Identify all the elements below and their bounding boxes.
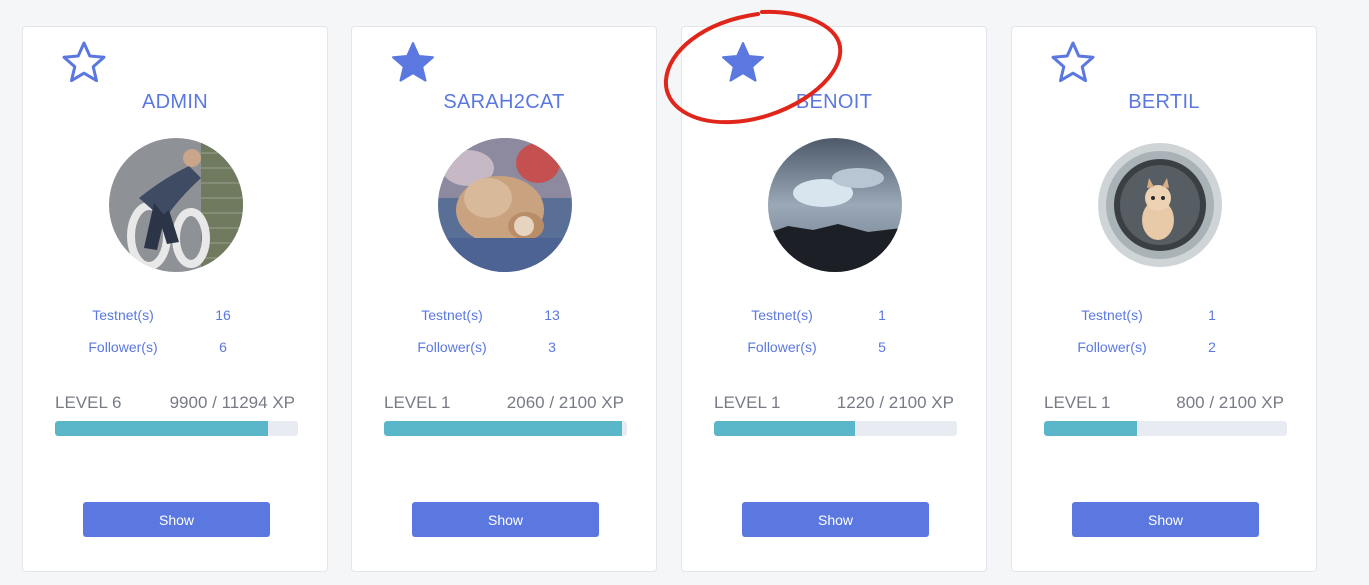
favorite-star-icon[interactable] bbox=[719, 39, 767, 87]
user-stats: Testnet(s) 16 Follower(s) 6 bbox=[63, 299, 263, 363]
followers-count: 6 bbox=[219, 339, 227, 355]
user-card: BERTIL Testnet(s) 1 Follower(s) 2 LEVEL … bbox=[1011, 26, 1317, 572]
user-card: ADMIN Testnet(s) 16 Follower(s) 6 LEVEL … bbox=[22, 26, 328, 572]
favorite-star-icon[interactable] bbox=[1049, 39, 1097, 87]
xp-progress-fill bbox=[384, 421, 623, 436]
testnets-count: 1 bbox=[878, 307, 886, 323]
testnets-row: Testnet(s) 1 bbox=[722, 299, 922, 331]
avatar bbox=[768, 138, 902, 272]
followers-row: Follower(s) 5 bbox=[722, 331, 922, 363]
level-row: LEVEL 1 1220 / 2100 XP bbox=[714, 393, 954, 413]
avatar bbox=[1098, 138, 1232, 272]
user-stats: Testnet(s) 13 Follower(s) 3 bbox=[392, 299, 592, 363]
followers-count: 3 bbox=[548, 339, 556, 355]
show-button[interactable]: Show bbox=[83, 502, 270, 537]
xp-label: 800 / 2100 XP bbox=[1176, 393, 1284, 412]
xp-progress-bar bbox=[714, 421, 957, 436]
username: ADMIN bbox=[142, 91, 208, 113]
followers-count: 2 bbox=[1208, 339, 1216, 355]
level-row: LEVEL 6 9900 / 11294 XP bbox=[55, 393, 295, 413]
user-stats: Testnet(s) 1 Follower(s) 2 bbox=[1052, 299, 1252, 363]
testnets-row: Testnet(s) 13 bbox=[392, 299, 592, 331]
testnets-label[interactable]: Testnet(s) bbox=[722, 307, 842, 323]
followers-row: Follower(s) 3 bbox=[392, 331, 592, 363]
xp-label: 9900 / 11294 XP bbox=[169, 393, 295, 412]
testnets-row: Testnet(s) 1 bbox=[1052, 299, 1252, 331]
level-label: LEVEL 6 bbox=[55, 393, 122, 412]
user-card-grid: ADMIN Testnet(s) 16 Follower(s) 6 LEVEL … bbox=[0, 0, 1369, 585]
username: BERTIL bbox=[1128, 91, 1200, 113]
show-button[interactable]: Show bbox=[1072, 502, 1259, 537]
followers-label[interactable]: Follower(s) bbox=[1052, 339, 1172, 355]
xp-progress-bar bbox=[1044, 421, 1287, 436]
followers-count: 5 bbox=[878, 339, 886, 355]
followers-row: Follower(s) 6 bbox=[63, 331, 263, 363]
followers-label[interactable]: Follower(s) bbox=[722, 339, 842, 355]
user-card: SARAH2CAT Testnet(s) 13 Follower(s) 3 LE… bbox=[351, 26, 657, 572]
xp-progress-fill bbox=[55, 421, 269, 436]
level-label: LEVEL 1 bbox=[714, 393, 781, 412]
username: BENOIT bbox=[795, 91, 873, 113]
user-stats: Testnet(s) 1 Follower(s) 5 bbox=[722, 299, 922, 363]
testnets-row: Testnet(s) 16 bbox=[63, 299, 263, 331]
followers-row: Follower(s) 2 bbox=[1052, 331, 1252, 363]
level-row: LEVEL 1 800 / 2100 XP bbox=[1044, 393, 1284, 413]
xp-progress-bar bbox=[384, 421, 627, 436]
avatar bbox=[109, 138, 243, 272]
testnets-label[interactable]: Testnet(s) bbox=[1052, 307, 1172, 323]
xp-label: 2060 / 2100 XP bbox=[506, 393, 624, 412]
testnets-count: 16 bbox=[215, 307, 231, 323]
level-label: LEVEL 1 bbox=[384, 393, 451, 412]
xp-progress-fill bbox=[714, 421, 856, 436]
avatar bbox=[438, 138, 572, 272]
favorite-star-icon[interactable] bbox=[389, 39, 437, 87]
show-button[interactable]: Show bbox=[742, 502, 929, 537]
testnets-count: 13 bbox=[544, 307, 560, 323]
level-row: LEVEL 1 2060 / 2100 XP bbox=[384, 393, 624, 413]
username: SARAH2CAT bbox=[443, 91, 565, 113]
show-button[interactable]: Show bbox=[412, 502, 599, 537]
followers-label[interactable]: Follower(s) bbox=[392, 339, 512, 355]
xp-label: 1220 / 2100 XP bbox=[836, 393, 954, 412]
followers-label[interactable]: Follower(s) bbox=[63, 339, 183, 355]
level-label: LEVEL 1 bbox=[1044, 393, 1111, 412]
xp-progress-bar bbox=[55, 421, 298, 436]
testnets-count: 1 bbox=[1208, 307, 1216, 323]
xp-progress-fill bbox=[1044, 421, 1137, 436]
user-card: BENOIT Testnet(s) 1 Follower(s) 5 LEVEL … bbox=[681, 26, 987, 572]
testnets-label[interactable]: Testnet(s) bbox=[63, 307, 183, 323]
testnets-label[interactable]: Testnet(s) bbox=[392, 307, 512, 323]
favorite-star-icon[interactable] bbox=[60, 39, 108, 87]
